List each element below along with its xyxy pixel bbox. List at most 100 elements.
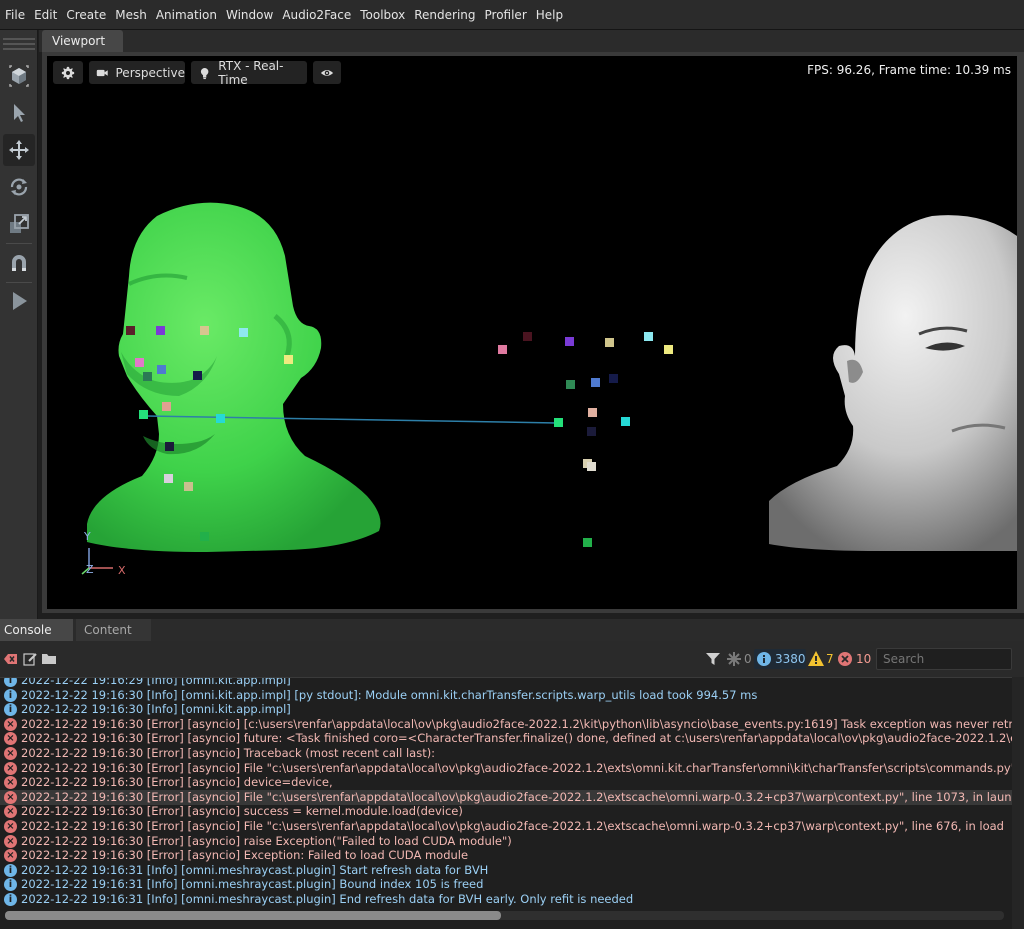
menu-create[interactable]: Create: [65, 0, 112, 30]
log-row-text: 2022-12-22 19:16:30 [Error] [asyncio] su…: [21, 804, 463, 819]
log-row[interactable]: × 2022-12-22 19:16:30 [Error] [asyncio] E…: [0, 848, 1012, 863]
menu-animation[interactable]: Animation: [155, 0, 223, 30]
log-row-text: 2022-12-22 19:16:30 [Error] [asyncio] [c…: [21, 716, 1012, 731]
scale-icon: [10, 214, 29, 233]
landmark-marker[interactable]: [135, 358, 144, 367]
rotate-tool[interactable]: [3, 171, 35, 203]
menu-edit[interactable]: Edit: [33, 0, 63, 30]
menu-profiler[interactable]: Profiler: [484, 0, 533, 30]
scale-tool[interactable]: [3, 208, 35, 240]
menu-toolbox[interactable]: Toolbox: [359, 0, 411, 30]
landmark-marker[interactable]: [126, 326, 135, 335]
log-row[interactable]: i 2022-12-22 19:16:31 [Info] [omni.meshra…: [0, 863, 1012, 878]
snap-magnet-icon: [12, 255, 26, 271]
landmark-marker[interactable]: [583, 538, 592, 547]
log-row-text: 2022-12-22 19:16:31 [Info] [omni.meshray…: [21, 862, 489, 877]
menu-mesh[interactable]: Mesh: [114, 0, 153, 30]
landmark-marker[interactable]: [184, 482, 193, 491]
menu-window[interactable]: Window: [225, 0, 279, 30]
console-vertical-scrollbar[interactable]: [1012, 677, 1024, 929]
landmark-marker[interactable]: [591, 378, 600, 387]
landmark-marker[interactable]: [139, 410, 148, 419]
toolbar-grip[interactable]: [3, 43, 35, 45]
log-row[interactable]: × 2022-12-22 19:16:30 [Error] [asyncio] F…: [0, 819, 1012, 834]
landmark-marker[interactable]: [523, 332, 532, 341]
menu-file[interactable]: File: [4, 0, 31, 30]
snap-tool[interactable]: [3, 247, 35, 279]
log-row[interactable]: i 2022-12-22 19:16:30 [Info] [omni.kit.ap…: [0, 702, 1012, 717]
log-row[interactable]: × 2022-12-22 19:16:30 [Error] [asyncio] s…: [0, 804, 1012, 819]
error-icon[interactable]: [838, 652, 852, 666]
landmark-marker[interactable]: [588, 408, 597, 417]
filter-icon[interactable]: [706, 652, 720, 666]
landmark-marker[interactable]: [587, 427, 596, 436]
log-row[interactable]: i 2022-12-22 19:16:31 [Info] [omni.meshra…: [0, 892, 1012, 907]
landmark-marker[interactable]: [621, 417, 630, 426]
error-icon: ×: [4, 732, 17, 746]
info-icon: i: [4, 893, 17, 906]
landmark-marker[interactable]: [587, 462, 596, 471]
play-icon: [13, 292, 27, 310]
landmark-marker[interactable]: [165, 442, 174, 451]
toolbar-grip[interactable]: [3, 38, 35, 40]
landmark-marker[interactable]: [644, 332, 653, 341]
landmark-marker[interactable]: [200, 532, 209, 541]
edit-icon[interactable]: [23, 652, 37, 666]
landmark-marker[interactable]: [554, 418, 563, 427]
grey-head-model[interactable]: [769, 215, 1017, 551]
menu-help[interactable]: Help: [535, 0, 569, 30]
console-search-input[interactable]: [876, 648, 1012, 670]
viewport-canvas[interactable]: Perspective RTX - Real-Time FPS: 96.26, …: [47, 56, 1017, 609]
log-row[interactable]: × 2022-12-22 19:16:30 [Error] [asyncio] F…: [0, 761, 1012, 776]
info-icon: i: [4, 703, 17, 717]
folder-icon[interactable]: [42, 653, 57, 665]
landmark-marker[interactable]: [200, 326, 209, 335]
log-row[interactable]: × 2022-12-22 19:16:30 [Error] [asyncio] r…: [0, 834, 1012, 849]
move-tool[interactable]: [3, 134, 35, 166]
axis-x-label: X: [118, 564, 126, 577]
select-cube-tool[interactable]: [3, 60, 35, 92]
menu-audio2face[interactable]: Audio2Face: [281, 0, 357, 30]
landmark-marker[interactable]: [216, 414, 225, 423]
landmark-marker[interactable]: [498, 345, 507, 354]
pointer-tool[interactable]: [3, 97, 35, 129]
console-log[interactable]: i 2022-12-22 19:16:29 [Info] [omni.kit.ap…: [0, 677, 1024, 929]
log-row[interactable]: i 2022-12-22 19:16:30 [Info] [omni.kit.ap…: [0, 688, 1012, 703]
info-filter-button[interactable]: 3380: [754, 649, 806, 669]
landmark-marker[interactable]: [143, 372, 152, 381]
log-row[interactable]: i 2022-12-22 19:16:29 [Info] [omni.kit.ap…: [0, 678, 1012, 688]
log-row-text: 2022-12-22 19:16:30 [Error] [asyncio] Tr…: [21, 746, 436, 760]
tab-viewport[interactable]: Viewport: [42, 30, 123, 52]
landmark-marker[interactable]: [164, 474, 173, 483]
console-horizontal-scrollbar[interactable]: [5, 911, 1004, 920]
play-tool[interactable]: [3, 285, 35, 317]
landmark-marker[interactable]: [605, 338, 614, 347]
log-row[interactable]: × 2022-12-22 19:16:30 [Error] [asyncio] d…: [0, 775, 1012, 790]
log-row[interactable]: × 2022-12-22 19:16:30 [Error] [asyncio] F…: [0, 789, 1012, 805]
info-icon: i: [4, 688, 17, 702]
axis-y-label: Y: [84, 530, 91, 543]
landmark-marker[interactable]: [193, 371, 202, 380]
landmark-marker[interactable]: [157, 365, 166, 374]
console-horizontal-scroll-thumb[interactable]: [5, 911, 501, 920]
tab-content[interactable]: Content: [76, 619, 151, 641]
menu-rendering[interactable]: Rendering: [413, 0, 481, 30]
tab-console[interactable]: Console: [0, 619, 73, 641]
landmark-marker[interactable]: [239, 328, 248, 337]
landmark-marker[interactable]: [284, 355, 293, 364]
landmark-marker[interactable]: [664, 345, 673, 354]
green-head-model[interactable]: [87, 202, 381, 552]
clear-log-icon[interactable]: [4, 653, 18, 665]
toolbar-grip[interactable]: [3, 48, 35, 50]
landmark-marker[interactable]: [156, 326, 165, 335]
verbose-icon[interactable]: [727, 652, 741, 666]
log-row[interactable]: × 2022-12-22 19:16:30 [Error] [asyncio] […: [0, 717, 1012, 732]
landmark-marker[interactable]: [609, 374, 618, 383]
landmark-marker[interactable]: [566, 380, 575, 389]
warning-icon[interactable]: [808, 651, 824, 666]
landmark-marker[interactable]: [565, 337, 574, 346]
log-row[interactable]: i 2022-12-22 19:16:31 [Info] [omni.meshra…: [0, 877, 1012, 892]
log-row[interactable]: × 2022-12-22 19:16:30 [Error] [asyncio] T…: [0, 746, 1012, 761]
landmark-marker[interactable]: [162, 402, 171, 411]
log-row[interactable]: × 2022-12-22 19:16:30 [Error] [asyncio] f…: [0, 731, 1012, 746]
